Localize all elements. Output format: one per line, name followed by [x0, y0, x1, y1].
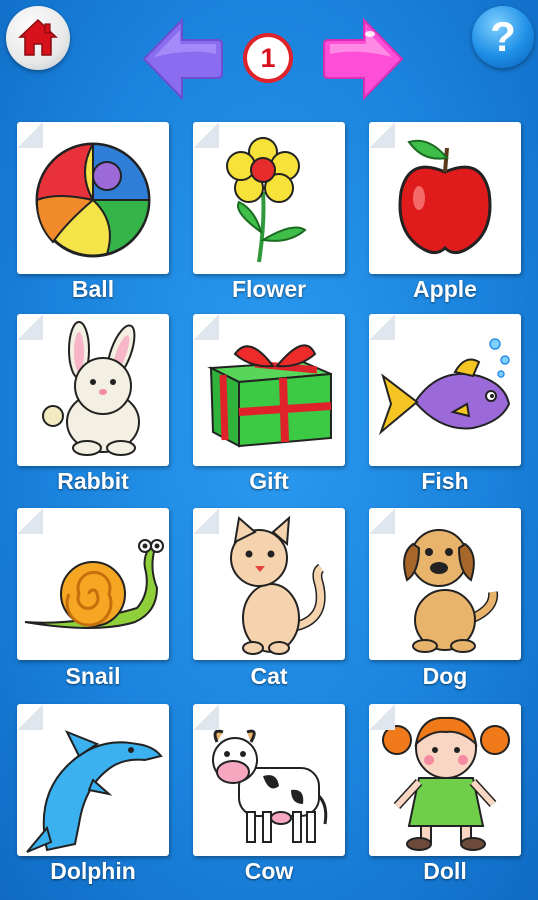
page-number-badge: 1 — [243, 33, 293, 83]
card-gift[interactable] — [193, 314, 345, 466]
help-button[interactable]: ? — [472, 6, 534, 68]
card-label: Snail — [65, 663, 121, 689]
card-dog[interactable] — [369, 508, 521, 660]
card-label: Dog — [422, 663, 468, 689]
card-label: Cat — [250, 663, 288, 689]
card-cow[interactable] — [193, 704, 345, 856]
previous-page-button[interactable] — [140, 14, 224, 109]
arrow-left-icon — [142, 17, 223, 101]
next-page-button[interactable] — [318, 14, 408, 109]
card-label: Dolphin — [50, 858, 136, 884]
card-cat[interactable] — [193, 508, 345, 660]
card-label: Cow — [244, 858, 294, 884]
picture-grid: Ball Flower Apple Rabbit Gift Fish Snail… — [0, 118, 538, 898]
card-label: Fish — [421, 468, 469, 494]
card-apple[interactable] — [369, 122, 521, 274]
card-fish[interactable] — [369, 314, 521, 466]
card-label: Rabbit — [57, 468, 129, 494]
card-ball[interactable] — [17, 122, 169, 274]
card-rabbit[interactable] — [17, 314, 169, 466]
house-icon — [18, 18, 58, 56]
top-toolbar: 1 ? — [0, 0, 538, 110]
card-flower[interactable] — [193, 122, 345, 274]
arrow-right-icon — [323, 17, 404, 101]
card-label: Flower — [231, 276, 307, 302]
card-label: Apple — [413, 276, 477, 302]
card-label: Doll — [423, 858, 467, 884]
card-dolphin[interactable] — [17, 704, 169, 856]
card-label: Gift — [249, 468, 289, 494]
card-label: Ball — [71, 276, 115, 302]
home-button[interactable] — [6, 6, 70, 70]
card-snail[interactable] — [17, 508, 169, 660]
card-doll[interactable] — [369, 704, 521, 856]
